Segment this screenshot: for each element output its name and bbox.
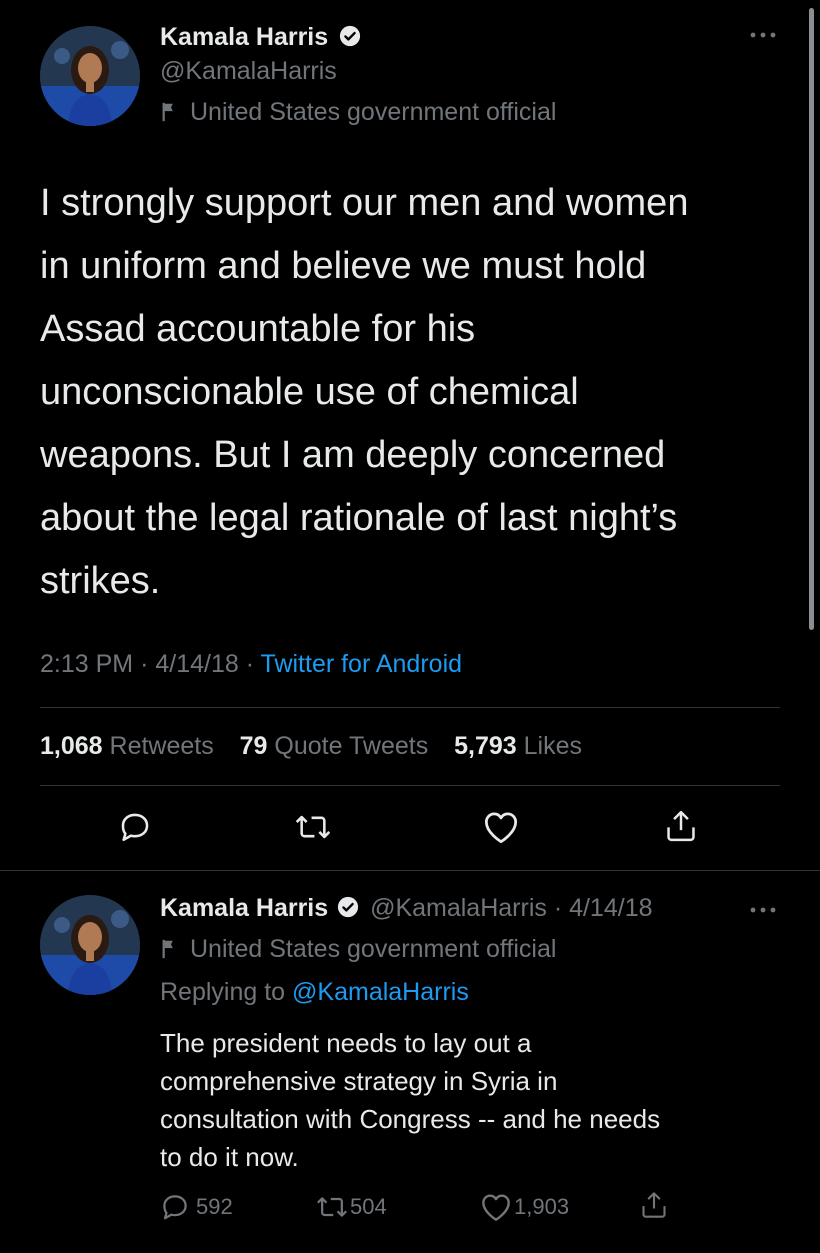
reply-button[interactable]: [118, 810, 152, 844]
handle-and-date[interactable]: @KamalaHarris · 4/14/18: [370, 894, 652, 922]
retweet-button[interactable]: 504: [316, 1192, 387, 1222]
share-icon: [642, 1192, 666, 1218]
share-icon: [667, 810, 695, 842]
tweet-text-line: weapons. But I am deeply concerned: [40, 434, 666, 476]
avatar[interactable]: [40, 895, 140, 995]
account-label: United States government official: [160, 97, 556, 127]
tweet-text-line: I strongly support our men and women: [40, 182, 689, 224]
likes-label: Likes: [523, 732, 582, 760]
tweet-date[interactable]: 4/14/18: [155, 650, 238, 678]
retweets-count: 1,068: [40, 732, 103, 760]
main-tweet: Kamala Harris @KamalaHarris United State…: [0, 0, 820, 870]
replying-to-prefix: Replying to: [160, 978, 286, 1006]
tweet-stats: 1,068 Retweets 79 Quote Tweets 5,793 Lik…: [40, 730, 582, 762]
like-button[interactable]: [482, 810, 520, 844]
retweet-icon: [295, 815, 331, 839]
author-name[interactable]: Kamala Harris: [160, 894, 328, 922]
tweet-text-line: Assad accountable for his: [40, 308, 476, 350]
retweet-count: 504: [350, 1194, 387, 1219]
reply-text-line: The president needs to lay out a: [160, 1028, 532, 1058]
like-count: 1,903: [514, 1194, 570, 1219]
reply-button[interactable]: 592: [160, 1192, 233, 1222]
author-name-row[interactable]: Kamala Harris: [160, 22, 361, 52]
reply-text-line: to do it now.: [160, 1142, 299, 1172]
account-label-text: United States government official: [190, 935, 557, 963]
meta-separator: ·: [140, 650, 156, 678]
author-name[interactable]: Kamala Harris: [160, 23, 328, 51]
like-button[interactable]: 1,903: [480, 1192, 569, 1222]
replying-to: Replying to @KamalaHarris: [160, 977, 469, 1007]
retweets-stat[interactable]: 1,068 Retweets: [40, 732, 214, 760]
reply-text-line: consultation with Congress -- and he nee…: [160, 1104, 661, 1134]
verified-badge-icon: [340, 26, 361, 47]
reply-tweet[interactable]: Kamala Harris @KamalaHarris · 4/14/18 Un…: [0, 871, 820, 1253]
tweet-source[interactable]: Twitter for Android: [261, 650, 462, 678]
reply-count: 592: [196, 1194, 233, 1219]
avatar[interactable]: [40, 26, 140, 126]
quotes-stat[interactable]: 79 Quote Tweets: [240, 732, 429, 760]
retweets-label: Retweets: [109, 732, 214, 760]
reply-text: The president needs to lay out a compreh…: [160, 1024, 780, 1176]
tweet-meta: 2:13 PM · 4/14/18 · Twitter for Android: [40, 648, 462, 680]
retweet-button[interactable]: [294, 810, 332, 844]
more-icon[interactable]: [748, 28, 778, 40]
flag-icon: [162, 939, 173, 959]
share-button[interactable]: [640, 1189, 668, 1221]
divider: [40, 707, 780, 708]
flag-icon: [162, 102, 173, 122]
tweet-text-line: in uniform and believe we must hold: [40, 245, 647, 287]
heart-icon: [482, 1194, 510, 1221]
reply-icon: [121, 813, 149, 842]
tweet-text-line: unconscionable use of chemical: [40, 371, 579, 413]
tweet-text-line: about the legal rationale of last night’…: [40, 497, 678, 539]
meta-separator: ·: [245, 650, 261, 678]
account-label: United States government official: [160, 934, 556, 964]
author-handle[interactable]: @KamalaHarris: [160, 56, 337, 86]
quotes-label: Quote Tweets: [274, 732, 429, 760]
heart-icon: [484, 812, 518, 844]
tweet-text: I strongly support our men and women in …: [40, 172, 780, 613]
likes-stat[interactable]: 5,793 Likes: [454, 732, 582, 760]
likes-count: 5,793: [454, 732, 517, 760]
retweet-icon: [317, 1197, 347, 1217]
divider: [40, 785, 780, 786]
quotes-count: 79: [239, 732, 268, 760]
reply-icon: [163, 1195, 187, 1220]
more-icon[interactable]: [748, 903, 778, 915]
reply-header: Kamala Harris @KamalaHarris · 4/14/18: [160, 893, 653, 923]
replying-to-handle[interactable]: @KamalaHarris: [292, 978, 469, 1006]
tweet-time[interactable]: 2:13 PM: [40, 650, 133, 678]
verified-badge-icon: [338, 897, 359, 918]
share-button[interactable]: [664, 808, 698, 844]
account-label-text: United States government official: [190, 98, 557, 126]
reply-text-line: comprehensive strategy in Syria in: [160, 1066, 558, 1096]
tweet-text-line: strikes.: [40, 560, 161, 602]
